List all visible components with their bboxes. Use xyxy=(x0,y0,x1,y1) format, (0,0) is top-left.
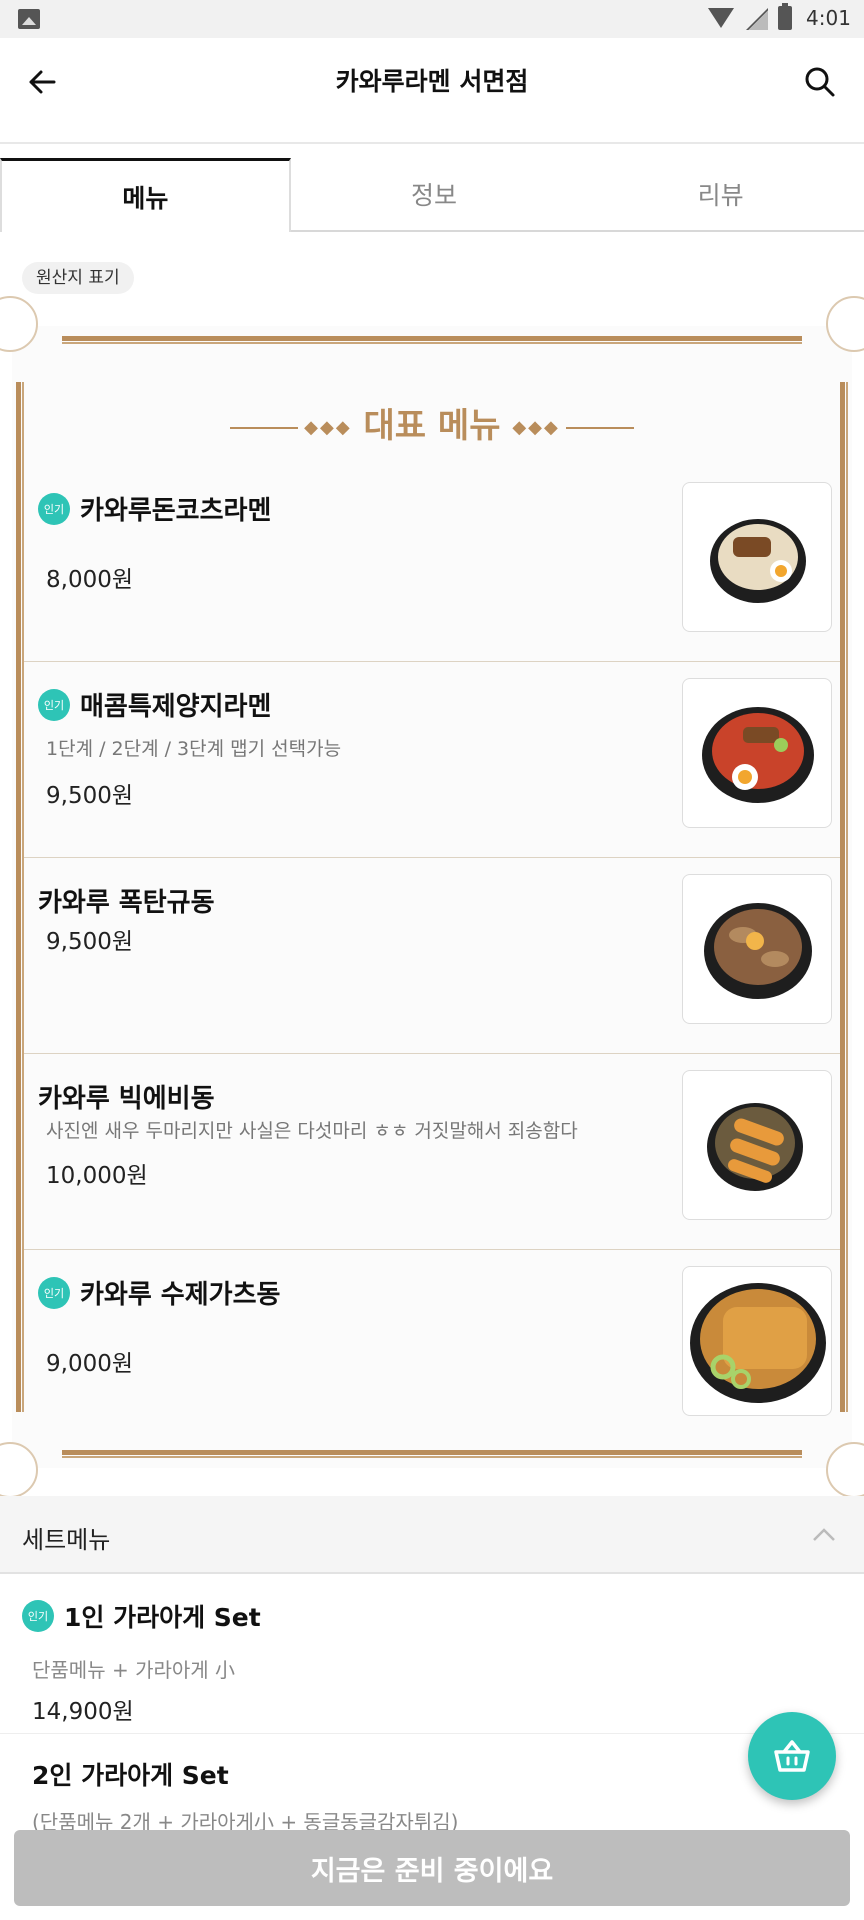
menu-item-name-row: 인기 매콤특제양지라멘 xyxy=(38,686,271,723)
gyudon-bowl-icon xyxy=(682,874,832,1024)
featured-title-text: 대표 메뉴 xyxy=(363,406,501,446)
menu-item[interactable]: 인기 매콤특제양지라멘 1단계 / 2단계 / 3단계 맵기 선택가능 9,50… xyxy=(24,662,840,858)
set-menu-item[interactable]: 2인 가라아게 Set (단품메뉴 2개 + 가라아게小 + 동글동글감자튀김) xyxy=(0,1734,864,1834)
search-icon xyxy=(805,67,835,97)
frame-corner xyxy=(826,296,864,352)
frame-border-left xyxy=(16,382,24,1412)
diamond-ornament-icon: ◆◆◆ xyxy=(512,417,560,438)
frame-border-top xyxy=(62,336,802,344)
set-menu-item[interactable]: 인기 1인 가라아게 Set 단품메뉴 + 가라아게 小 14,900원 xyxy=(0,1576,864,1734)
ramen-bowl-icon xyxy=(682,482,832,632)
spicy-ramen-bowl-icon xyxy=(682,678,832,828)
frame-corner xyxy=(826,1442,864,1498)
featured-menu-frame: ◆◆◆ 대표 메뉴 ◆◆◆ 인기 카와루돈코츠라멘 8,000원 인기 매콤특제… xyxy=(0,296,864,1498)
battery-icon xyxy=(778,3,792,30)
menu-item-description: 1단계 / 2단계 / 3단계 맵기 선택가능 xyxy=(46,738,342,760)
origin-label-chip[interactable]: 원산지 표기 xyxy=(22,262,134,294)
menu-item[interactable]: 카와루 빅에비동 사진엔 새우 두마리지만 사실은 다섯마리 ㅎㅎ 거짓말해서 … xyxy=(24,1054,840,1250)
cart-button[interactable] xyxy=(748,1712,836,1800)
popular-badge: 인기 xyxy=(38,688,70,721)
title-divider-line xyxy=(230,426,299,429)
app-bar: 카와루라멘 서면점 xyxy=(0,38,864,144)
menu-item-name-row: 인기 카와루 수제가츠동 xyxy=(38,1274,280,1311)
basket-icon xyxy=(774,1740,810,1772)
menu-item[interactable]: 인기 카와루 수제가츠동 9,000원 xyxy=(24,1250,840,1446)
status-time: 4:01 xyxy=(806,6,851,30)
set-menu-header[interactable]: 세트메뉴 xyxy=(0,1496,864,1574)
menu-item-price: 9,500원 xyxy=(46,783,134,809)
menu-item-name: 카와루 폭탄규동 xyxy=(38,888,215,918)
menu-item-name: 카와루돈코츠라멘 xyxy=(80,496,272,526)
set-item-name: 1인 가라아게 Set xyxy=(64,1603,261,1632)
popular-badge: 인기 xyxy=(38,492,70,525)
wifi-icon xyxy=(708,8,734,28)
chevron-up-icon xyxy=(813,1528,835,1541)
status-bar: 4:01 xyxy=(0,0,864,38)
image-notification-icon xyxy=(18,9,40,29)
menu-item-name: 카와루 수제가츠동 xyxy=(80,1280,281,1310)
menu-item-description: 사진엔 새우 두마리지만 사실은 다섯마리 ㅎㅎ 거짓말해서 죄송함다 xyxy=(46,1120,578,1142)
katsudon-bowl-icon xyxy=(682,1266,832,1416)
set-item-name-row: 인기 1인 가라아게 Set xyxy=(22,1598,261,1634)
title-divider-line xyxy=(565,426,634,429)
menu-item-name-row: 인기 카와루돈코츠라멘 xyxy=(38,490,271,527)
menu-item-price: 9,000원 xyxy=(46,1351,134,1377)
ebidon-bowl-icon xyxy=(682,1070,832,1220)
no-signal-icon xyxy=(746,8,768,30)
menu-item-price: 9,500원 xyxy=(46,929,134,955)
frame-corner xyxy=(0,1442,38,1498)
frame-corner xyxy=(0,296,38,352)
tab-reviews[interactable]: 리뷰 xyxy=(577,158,864,232)
set-item-description: 단품메뉴 + 가라아게 小 xyxy=(32,1658,236,1682)
set-item-name-row: 2인 가라아게 Set xyxy=(32,1756,229,1792)
menu-item-name: 매콤특제양지라멘 xyxy=(80,692,272,722)
menu-item-price: 10,000원 xyxy=(46,1163,148,1189)
menu-item[interactable]: 인기 카와루돈코츠라멘 8,000원 xyxy=(24,466,840,662)
set-item-name: 2인 가라아게 Set xyxy=(32,1761,229,1790)
set-item-price: 14,900원 xyxy=(32,1699,134,1725)
order-button[interactable]: 지금은 준비 중이에요 xyxy=(14,1830,850,1906)
menu-item-name: 카와루 빅에비동 xyxy=(38,1084,215,1114)
menu-item-price: 8,000원 xyxy=(46,567,134,593)
menu-item-name-row: 카와루 빅에비동 xyxy=(38,1078,215,1115)
tab-bar: 메뉴 정보 리뷰 xyxy=(0,158,864,232)
search-button[interactable] xyxy=(800,62,840,102)
featured-title: ◆◆◆ 대표 메뉴 ◆◆◆ xyxy=(12,398,852,447)
set-menu-label: 세트메뉴 xyxy=(22,1526,111,1554)
frame-border-bottom xyxy=(62,1450,802,1458)
featured-menu-list: 인기 카와루돈코츠라멘 8,000원 인기 매콤특제양지라멘 1단계 / 2단계 xyxy=(24,466,840,1446)
page-title: 카와루라멘 서면점 xyxy=(335,67,529,96)
tab-info[interactable]: 정보 xyxy=(290,158,578,232)
popular-badge: 인기 xyxy=(38,1276,70,1309)
diamond-ornament-icon: ◆◆◆ xyxy=(304,417,352,438)
frame-border-right xyxy=(840,382,848,1412)
menu-item-name-row: 카와루 폭탄규동 xyxy=(38,882,215,919)
popular-badge: 인기 xyxy=(22,1600,54,1632)
tab-menu[interactable]: 메뉴 xyxy=(0,158,291,232)
menu-item[interactable]: 카와루 폭탄규동 9,500원 xyxy=(24,858,840,1054)
